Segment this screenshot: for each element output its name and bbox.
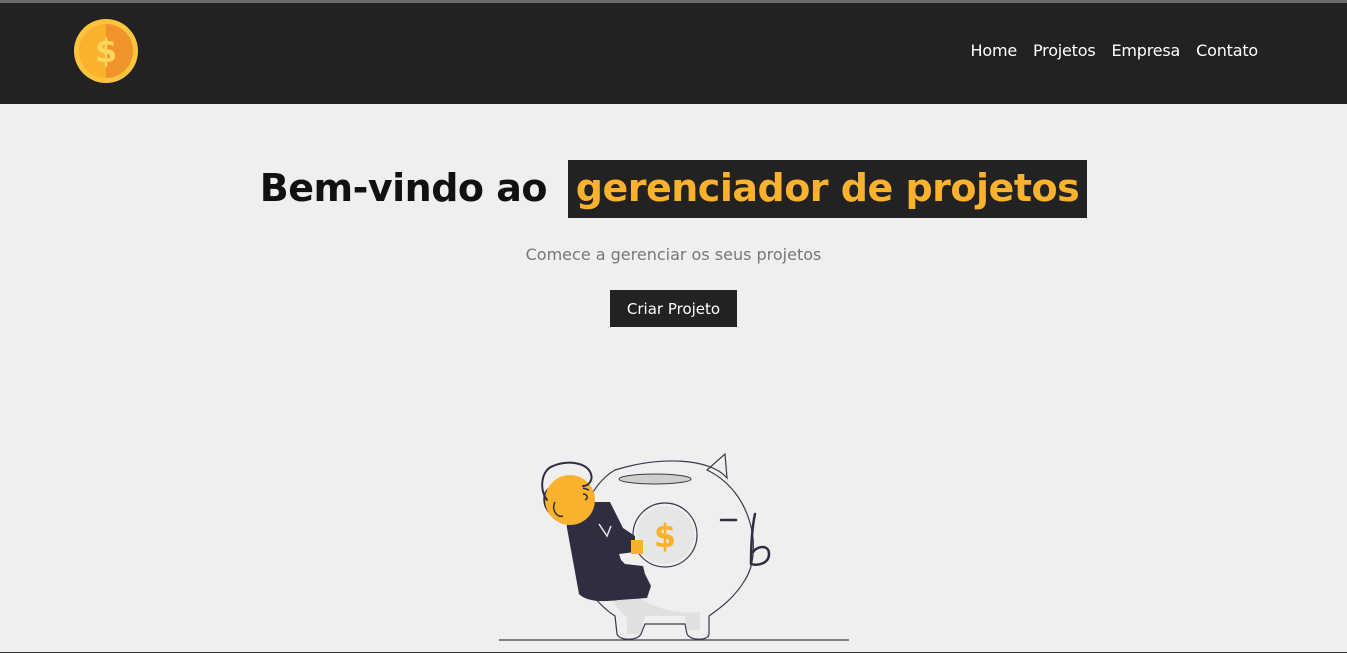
hero-section: Bem-vindo ao gerenciador de projetos Com… <box>0 104 1347 653</box>
nav-projetos-link[interactable]: Projetos <box>1033 41 1096 60</box>
navbar: $ Home Projetos Empresa Contato <box>0 3 1347 104</box>
svg-text:$: $ <box>95 32 117 70</box>
create-project-button[interactable]: Criar Projeto <box>610 290 737 327</box>
nav-menu: Home Projetos Empresa Contato <box>971 41 1259 60</box>
hero-title: Bem-vindo ao gerenciador de projetos <box>0 160 1347 218</box>
hero-title-highlight: gerenciador de projetos <box>567 160 1088 218</box>
svg-text:$: $ <box>654 517 676 555</box>
piggy-bank-illustration: $ <box>499 452 849 641</box>
hero-subtitle: Comece a gerenciar os seus projetos <box>525 245 822 264</box>
nav-home-link[interactable]: Home <box>971 41 1018 60</box>
coin-logo-icon[interactable]: $ <box>73 18 139 84</box>
hero-title-prefix: Bem-vindo ao <box>259 166 548 210</box>
nav-empresa-link[interactable]: Empresa <box>1111 41 1180 60</box>
nav-contato-link[interactable]: Contato <box>1196 41 1258 60</box>
